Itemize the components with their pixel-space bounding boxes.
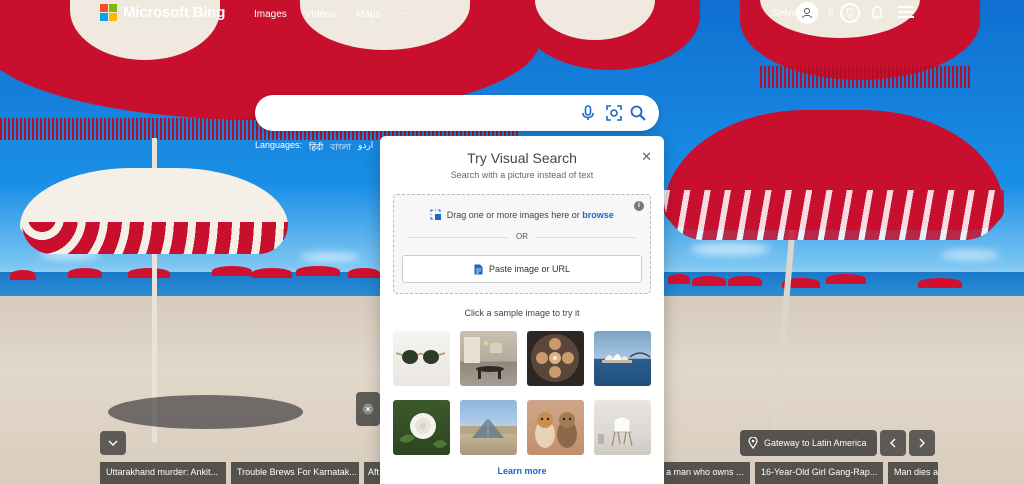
mini-umbrella bbox=[826, 274, 866, 284]
visual-search-subtitle: Search with a picture instead of text bbox=[450, 170, 594, 180]
rewards-icon[interactable] bbox=[840, 3, 860, 23]
languages-bar: Languages: हिंदी বাংলা اردو bbox=[255, 140, 373, 155]
bell-icon bbox=[870, 6, 884, 20]
visual-search-icon[interactable] bbox=[605, 104, 623, 122]
mini-umbrella bbox=[348, 268, 380, 278]
mini-umbrella bbox=[252, 268, 292, 278]
mini-umbrella bbox=[10, 270, 36, 280]
visual-search-title: Try Visual Search bbox=[467, 150, 577, 166]
more-menu[interactable]: ··· bbox=[401, 5, 414, 20]
search-icon[interactable] bbox=[629, 104, 647, 122]
drop-image-icon bbox=[430, 209, 442, 220]
trophy-icon bbox=[846, 8, 854, 18]
canopy-fringe bbox=[760, 66, 970, 88]
chevron-down-icon bbox=[108, 440, 118, 446]
mini-umbrella bbox=[728, 276, 762, 286]
bing-logo[interactable]: Microsoft Bing bbox=[100, 4, 225, 21]
paste-image-button[interactable]: Paste image or URL bbox=[402, 255, 642, 283]
rewards-points[interactable]: 6 bbox=[828, 8, 834, 19]
user-icon bbox=[802, 8, 812, 19]
news-item[interactable]: a man who owns ... bbox=[664, 462, 750, 484]
microphone-icon[interactable] bbox=[579, 104, 597, 122]
news-item[interactable]: Trouble Brews For Karnatak... bbox=[231, 462, 359, 484]
notifications-button[interactable] bbox=[870, 5, 884, 26]
image-drop-zone[interactable]: i Drag one or more images here or browse… bbox=[393, 194, 651, 294]
sample-white-rose[interactable] bbox=[393, 400, 450, 455]
top-bar: Microsoft Bing Images Videos Maps ··· Se… bbox=[0, 0, 1024, 30]
dogs-image bbox=[535, 412, 577, 448]
opera-house-image bbox=[602, 352, 651, 363]
languages-label: Languages: bbox=[255, 140, 303, 150]
dining-room-image bbox=[464, 337, 504, 379]
expand-button[interactable] bbox=[100, 431, 126, 455]
next-image-button[interactable] bbox=[909, 430, 935, 456]
sample-latte-art[interactable] bbox=[527, 331, 584, 386]
pyramid-image bbox=[460, 418, 517, 438]
sample-louvre-pyramid[interactable] bbox=[460, 400, 517, 455]
mini-umbrella bbox=[296, 266, 340, 276]
drag-text: Drag one or more images here or bbox=[446, 210, 580, 220]
menu-button[interactable] bbox=[898, 6, 914, 21]
umbrella-shadow bbox=[108, 395, 303, 429]
search-box bbox=[255, 95, 659, 131]
image-info-button[interactable]: Gateway to Latin America bbox=[740, 430, 877, 456]
sample-dogs[interactable] bbox=[527, 400, 584, 455]
mini-umbrella bbox=[68, 268, 102, 278]
sample-label: Click a sample image to try it bbox=[464, 308, 580, 318]
chair-image bbox=[598, 416, 633, 447]
umbrella-trim bbox=[22, 222, 288, 254]
learn-more-link[interactable]: Learn more bbox=[380, 466, 664, 476]
avatar[interactable] bbox=[796, 2, 818, 24]
sample-white-chair[interactable] bbox=[594, 400, 651, 455]
umbrella-fringe bbox=[664, 190, 1004, 240]
sample-dining-room[interactable] bbox=[460, 331, 517, 386]
brand-name: Microsoft Bing bbox=[123, 4, 226, 21]
search-input[interactable] bbox=[273, 103, 573, 123]
sunglasses-image bbox=[395, 350, 446, 364]
nav-videos[interactable]: Videos bbox=[305, 9, 335, 20]
language-urdu[interactable]: اردو bbox=[358, 140, 373, 155]
chevron-left-icon bbox=[890, 438, 896, 448]
paste-label: Paste image or URL bbox=[488, 264, 571, 274]
news-item[interactable]: Aft bbox=[364, 462, 380, 484]
cloud bbox=[300, 252, 360, 262]
drag-instruction: Drag one or more images here or browse bbox=[394, 209, 650, 220]
news-item[interactable]: Man dies a bbox=[888, 462, 938, 484]
sample-sydney-opera-house[interactable] bbox=[594, 331, 651, 386]
mini-umbrella bbox=[128, 268, 170, 278]
nav-maps[interactable]: Maps bbox=[356, 9, 380, 20]
or-divider: OR bbox=[408, 231, 636, 243]
close-icon[interactable]: ✕ bbox=[641, 149, 652, 165]
mini-umbrella bbox=[668, 274, 690, 284]
mini-umbrella bbox=[918, 278, 962, 288]
camera-overlay-button[interactable] bbox=[356, 392, 380, 426]
mini-umbrella bbox=[212, 266, 252, 276]
document-icon bbox=[474, 264, 483, 274]
news-item[interactable]: Uttarakhand murder: Ankit... bbox=[100, 462, 226, 484]
close-circle-icon bbox=[362, 403, 374, 415]
user-name[interactable]: Selva bbox=[772, 8, 797, 19]
sample-sunglasses[interactable] bbox=[393, 331, 450, 386]
language-hindi[interactable]: हिंदी bbox=[309, 140, 323, 155]
mini-umbrella bbox=[692, 276, 726, 286]
chevron-right-icon bbox=[919, 438, 925, 448]
cloud bbox=[690, 242, 770, 256]
image-title: Gateway to Latin America bbox=[764, 438, 867, 448]
news-item[interactable]: 16-Year-Old Girl Gang-Rap... bbox=[755, 462, 883, 484]
sample-images bbox=[393, 331, 653, 455]
cloud bbox=[940, 250, 1000, 260]
microsoft-logo-icon bbox=[100, 4, 117, 21]
visual-search-panel: Try Visual Search Search with a picture … bbox=[380, 136, 664, 484]
browse-link[interactable]: browse bbox=[582, 210, 614, 220]
nav-images[interactable]: Images bbox=[254, 9, 287, 20]
language-bengali[interactable]: বাংলা bbox=[330, 140, 351, 155]
previous-image-button[interactable] bbox=[880, 430, 906, 456]
rose-image bbox=[399, 413, 447, 448]
latte-art-image bbox=[531, 334, 579, 382]
location-pin-icon bbox=[748, 437, 758, 449]
